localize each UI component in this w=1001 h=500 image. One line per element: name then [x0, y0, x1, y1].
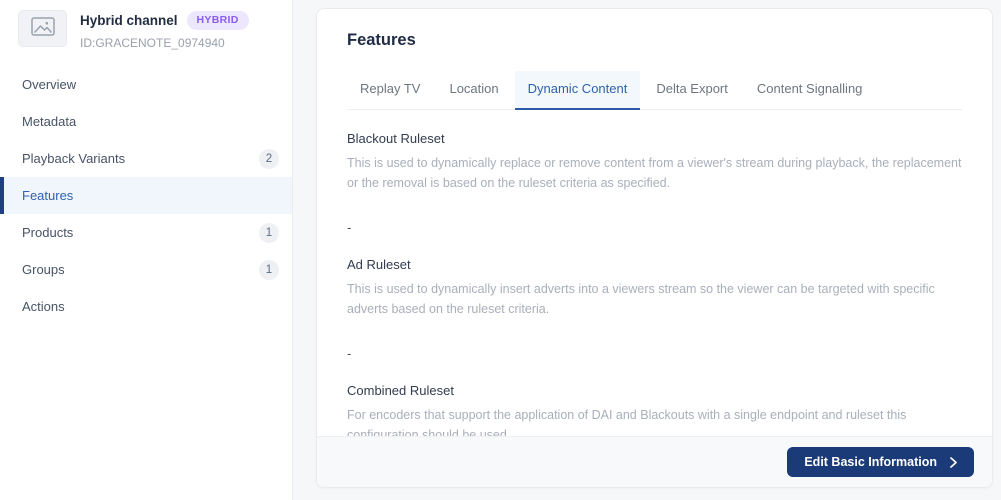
- page-title: Features: [347, 31, 962, 50]
- card-footer: Edit Basic Information: [317, 436, 992, 487]
- edit-basic-information-label: Edit Basic Information: [804, 455, 937, 469]
- section-heading: Combined Ruleset: [347, 383, 962, 398]
- features-card: Features Replay TV Location Dynamic Cont…: [316, 8, 993, 488]
- channel-type-badge: HYBRID: [187, 11, 249, 30]
- channel-thumbnail: [18, 10, 67, 47]
- section-description: This is used to dynamically insert adver…: [347, 279, 962, 319]
- sidebar-item-products[interactable]: Products 1: [0, 214, 292, 251]
- sidebar-item-actions[interactable]: Actions: [0, 288, 292, 325]
- sidebar-item-groups[interactable]: Groups 1: [0, 251, 292, 288]
- section-description: This is used to dynamically replace or r…: [347, 153, 962, 193]
- sidebar-item-features[interactable]: Features: [0, 177, 292, 214]
- sidebar-item-label: Metadata: [22, 114, 76, 129]
- chevron-right-icon: [950, 457, 957, 468]
- section-ad-ruleset: Ad Ruleset This is used to dynamically i…: [347, 257, 962, 361]
- sidebar: Hybrid channel HYBRID ID:GRACENOTE_09749…: [0, 0, 293, 500]
- features-tab-bar: Replay TV Location Dynamic Content Delta…: [347, 71, 962, 110]
- tab-replay-tv[interactable]: Replay TV: [347, 71, 433, 110]
- sidebar-item-label: Playback Variants: [22, 151, 125, 166]
- sidebar-item-label: Groups: [22, 262, 65, 277]
- sidebar-item-label: Overview: [22, 77, 76, 92]
- tab-location[interactable]: Location: [436, 71, 511, 110]
- sidebar-item-playback-variants[interactable]: Playback Variants 2: [0, 140, 292, 177]
- sidebar-item-overview[interactable]: Overview: [0, 66, 292, 103]
- sidebar-nav: Overview Metadata Playback Variants 2 Fe…: [0, 66, 292, 325]
- sidebar-item-label: Features: [22, 188, 73, 203]
- count-badge: 1: [259, 223, 279, 243]
- section-heading: Ad Ruleset: [347, 257, 962, 272]
- sidebar-item-label: Actions: [22, 299, 65, 314]
- channel-header: Hybrid channel HYBRID ID:GRACENOTE_09749…: [0, 0, 292, 50]
- section-value: -: [347, 220, 962, 235]
- tab-delta-export[interactable]: Delta Export: [643, 71, 741, 110]
- count-badge: 2: [259, 149, 279, 169]
- channel-id: ID:GRACENOTE_0974940: [80, 36, 249, 50]
- image-placeholder-icon: [31, 17, 55, 41]
- section-blackout-ruleset: Blackout Ruleset This is used to dynamic…: [347, 131, 962, 235]
- tab-dynamic-content[interactable]: Dynamic Content: [515, 71, 641, 110]
- page: Hybrid channel HYBRID ID:GRACENOTE_09749…: [0, 0, 1001, 500]
- count-badge: 1: [259, 260, 279, 280]
- channel-info: Hybrid channel HYBRID ID:GRACENOTE_09749…: [80, 10, 249, 50]
- tab-panel-dynamic-content: Blackout Ruleset This is used to dynamic…: [347, 110, 962, 487]
- section-heading: Blackout Ruleset: [347, 131, 962, 146]
- channel-title: Hybrid channel: [80, 13, 178, 28]
- section-value: -: [347, 346, 962, 361]
- tab-content-signalling[interactable]: Content Signalling: [744, 71, 876, 110]
- edit-basic-information-button[interactable]: Edit Basic Information: [787, 447, 974, 477]
- sidebar-item-metadata[interactable]: Metadata: [0, 103, 292, 140]
- sidebar-item-label: Products: [22, 225, 73, 240]
